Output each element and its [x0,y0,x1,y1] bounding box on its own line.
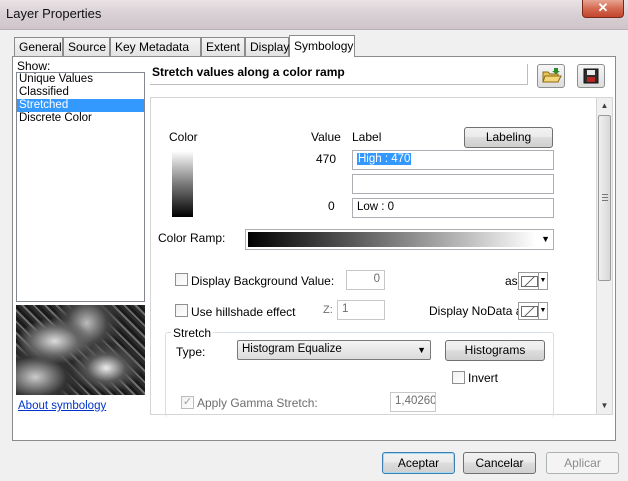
labeling-button[interactable]: Labeling [464,127,553,148]
tab-extent[interactable]: Extent [201,37,245,56]
show-item-stretched[interactable]: Stretched [17,99,144,112]
color-ramp-legend[interactable] [172,151,193,217]
label-column-header: Label [352,130,382,144]
chevron-down-icon: ▼ [417,345,426,355]
layer-properties-window: Layer Properties ✕ General Source Key Me… [0,0,628,481]
vertical-scrollbar[interactable]: ▲ ▼ [596,97,613,415]
background-color-dropdown[interactable]: ▼ [518,272,548,290]
title-bar: Layer Properties ✕ [0,0,628,30]
show-item-unique-values[interactable]: Unique Values [17,73,144,86]
save-layer-file-button[interactable] [577,64,605,88]
low-label-input[interactable]: Low : 0 [352,198,554,218]
heading-divider-vertical [527,64,528,85]
display-background-checkbox[interactable] [175,273,188,286]
stretch-type-dropdown[interactable]: Histogram Equalize ▼ [237,340,431,360]
value-column-header: Value [311,130,341,144]
nodata-color-dropdown[interactable]: ▼ [518,302,548,320]
ok-button[interactable]: Aceptar [382,452,455,474]
color-ramp-label: Color Ramp: [158,231,226,245]
color-ramp-dropdown[interactable]: ▼ [245,229,554,250]
mid-label-input[interactable] [352,174,554,194]
color-ramp-swatch [248,232,536,247]
tab-general[interactable]: General [14,37,63,56]
hillshade-checkbox[interactable] [175,304,188,317]
gamma-value-input[interactable]: 1,40260 [390,392,436,412]
chevron-down-icon: ▼ [538,273,547,289]
scroll-up-icon[interactable]: ▲ [597,98,612,114]
chevron-down-icon: ▼ [538,303,547,319]
about-symbology-link[interactable]: About symbology [18,400,106,412]
hillshade-label: Use hillshade effect [191,305,296,319]
stretch-type-value: Histogram Equalize [242,343,342,355]
panel-heading: Stretch values along a color ramp [152,65,345,79]
heading-divider [150,84,528,85]
apply-button[interactable]: Aplicar [546,452,619,474]
save-icon [583,68,599,84]
cancel-button[interactable]: Cancelar [463,452,536,474]
show-list[interactable]: Unique Values Classified Stretched Discr… [16,72,145,302]
window-title: Layer Properties [6,6,102,21]
grip-icon [602,194,608,201]
high-label-input[interactable]: High : 470 [352,150,554,170]
show-item-classified[interactable]: Classified [17,86,144,99]
gamma-stretch-checkbox[interactable]: ✓ [181,396,194,409]
show-item-discrete-color[interactable]: Discrete Color [17,112,144,125]
invert-label: Invert [468,371,499,385]
no-color-swatch-icon [521,306,538,317]
symbology-preview-image [16,305,145,395]
background-as-label: as [505,274,518,288]
display-background-label: Display Background Value: [191,274,335,288]
stretch-group-title: Stretch [171,326,214,340]
open-folder-icon [542,68,562,83]
gamma-stretch-label: Apply Gamma Stretch: [197,396,318,410]
invert-checkbox[interactable] [452,371,465,384]
high-value: 470 [316,152,337,166]
tab-key-metadata[interactable]: Key Metadata [110,37,201,56]
tab-source[interactable]: Source [63,37,110,56]
tab-display[interactable]: Display [245,37,289,56]
high-label-text: High : 470 [357,153,412,165]
show-label: Show: [17,59,51,73]
close-button[interactable]: ✕ [582,0,624,18]
color-column-header: Color [169,130,198,144]
chevron-down-icon: ▼ [541,234,550,244]
display-background-value-input[interactable]: 0 [346,270,385,290]
z-factor-label: Z: [323,304,333,316]
histograms-button[interactable]: Histograms [445,340,545,361]
no-color-swatch-icon [521,276,538,287]
stretch-type-label: Type: [176,345,206,359]
z-factor-input[interactable]: 1 [337,300,385,320]
display-nodata-label: Display NoData as [429,304,529,318]
scroll-thumb[interactable] [598,115,611,281]
scroll-down-icon[interactable]: ▼ [597,398,612,414]
tab-symbology[interactable]: Symbology [289,35,355,57]
open-layer-file-button[interactable] [537,64,565,88]
low-value: 0 [328,199,335,213]
